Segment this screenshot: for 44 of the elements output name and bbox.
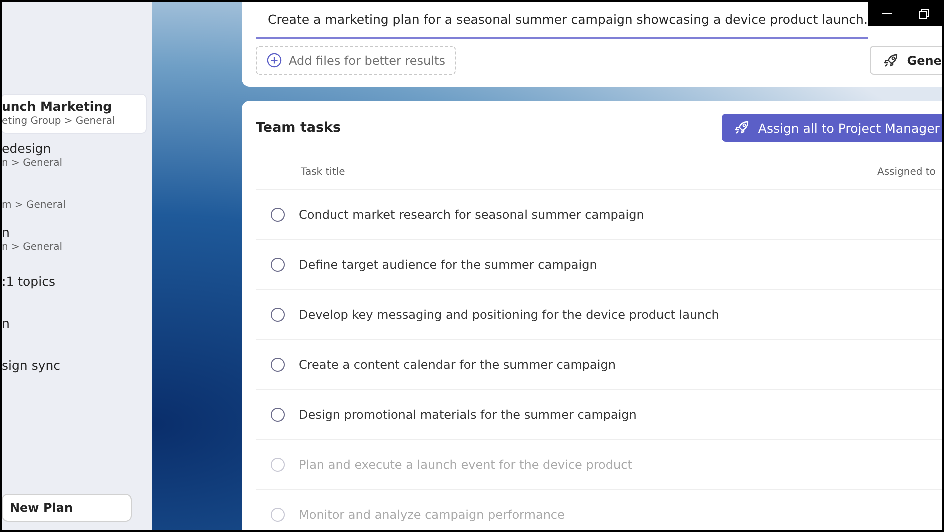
section-title: Team tasks: [256, 120, 342, 136]
prompt-input-field[interactable]: Create a marketing plan for a seasonal summer campaign showcasing a device product launch.: [256, 2, 868, 39]
new-plan-button[interactable]: New Plan: [2, 494, 132, 522]
restore-icon[interactable]: [918, 9, 928, 19]
sidebar-item[interactable]: edesign n > General: [2, 137, 146, 175]
add-files-button[interactable]: Add files for better results: [256, 46, 456, 75]
task-checkbox[interactable]: [271, 458, 285, 472]
task-checkbox[interactable]: [271, 358, 285, 372]
plan-title: sign sync: [2, 358, 62, 374]
plan-channel: n > General: [2, 241, 64, 255]
plan-title: edesign: [2, 141, 52, 157]
assign-all-button[interactable]: Assign all to Project Manager: [722, 114, 942, 142]
minimize-icon[interactable]: [882, 13, 892, 15]
sidebar-item[interactable]: n n > General: [2, 221, 146, 259]
plan-channel: eting Group > General: [2, 115, 116, 129]
task-title: Conduct market research for seasonal summer campaign: [299, 208, 644, 222]
sidebar-item[interactable]: :1 topics: [2, 263, 146, 301]
task-title: Develop key messaging and positioning for the device product launch: [299, 308, 720, 322]
plan-channel: m > General: [2, 199, 67, 213]
generate-button[interactable]: Gene: [870, 46, 942, 75]
column-header: Assigned to: [877, 166, 936, 178]
task-title: Define target audience for the summer campaign: [299, 258, 598, 272]
task-title: Create a content calendar for the summer campaign: [299, 358, 616, 372]
task-checkbox[interactable]: [271, 258, 285, 272]
task-checkbox[interactable]: [271, 308, 285, 322]
plan-title: n: [2, 316, 11, 332]
sidebar-item[interactable]: sign sync: [2, 347, 146, 385]
task-title: Monitor and analyze campaign performance: [299, 508, 565, 522]
task-checkbox[interactable]: [271, 208, 285, 222]
column-header: Task title: [301, 166, 346, 178]
rocket-icon: [734, 120, 750, 136]
sidebar-item[interactable]: n: [2, 305, 146, 343]
task-checkbox[interactable]: [271, 508, 285, 522]
plus-circle-icon: [267, 53, 282, 68]
task-checkbox[interactable]: [271, 408, 285, 422]
task-title: Plan and execute a launch event for the device product: [299, 458, 632, 472]
plan-title: :1 topics: [2, 274, 56, 290]
plan-title: n: [2, 225, 11, 241]
task-title: Design promotional materials for the summer campaign: [299, 408, 637, 422]
plan-channel: n > General: [2, 157, 64, 171]
sidebar-item[interactable]: unch Marketing eting Group > General: [2, 95, 146, 133]
plan-title: unch Marketing: [2, 99, 114, 115]
sidebar-item[interactable]: m > General: [2, 179, 146, 217]
rocket-icon: [883, 52, 900, 68]
